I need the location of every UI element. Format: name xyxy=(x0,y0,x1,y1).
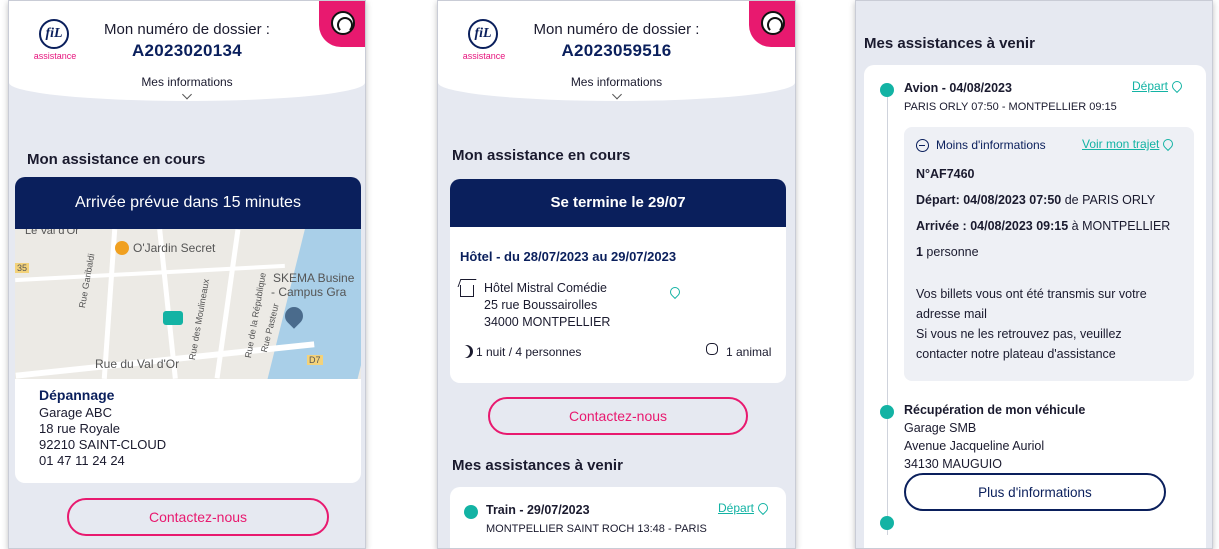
road xyxy=(15,263,285,283)
persons-line: 1 personne xyxy=(916,245,979,259)
train-title: Train - 29/07/2023 xyxy=(486,503,590,517)
end-date-banner: Se termine le 29/07 xyxy=(450,179,786,227)
vehicle-title: Récupération de mon véhicule xyxy=(904,403,1086,417)
hotel-city: 34000 MONTPELLIER xyxy=(484,315,611,329)
timeline-line xyxy=(887,85,888,535)
map-label: Rue Garibaldi xyxy=(77,252,97,309)
arrival-place: à MONTPELLIER xyxy=(1068,219,1171,233)
hotel-street: 25 rue Boussairolles xyxy=(484,298,598,312)
tickets-note-line: contacter notre plateau d'assistance xyxy=(916,347,1116,361)
nights-persons: 1 nuit / 4 personnes xyxy=(476,345,582,359)
location-pin-icon[interactable] xyxy=(1169,78,1185,94)
upcoming-list-card: Avion - 04/08/2023 Départ PARIS ORLY 07:… xyxy=(864,65,1206,548)
depart-link-label[interactable]: Départ xyxy=(1132,79,1168,93)
tracking-map[interactable]: Le Val d'Or 35 O'Jardin Secret SKEMA Bus… xyxy=(15,229,361,379)
view-route-link[interactable]: Voir mon trajet xyxy=(1082,136,1176,152)
upcoming-train-card: Train - 29/07/2023 Départ MONTPELLIER SA… xyxy=(450,487,786,548)
map-label: Rue des Moulineaux xyxy=(187,278,212,361)
view-route-label[interactable]: Voir mon trajet xyxy=(1082,137,1159,151)
chevron-down-icon[interactable] xyxy=(611,89,622,100)
location-pin-icon[interactable] xyxy=(755,500,771,516)
departure-datetime: Départ: 04/08/2023 07:50 xyxy=(916,193,1062,207)
upcoming-title: Mes assistances à venir xyxy=(864,35,1035,52)
upcoming-title: Mes assistances à venir xyxy=(452,457,623,474)
timeline-dot xyxy=(880,83,894,97)
train-route: MONTPELLIER SAINT ROCH 13:48 - PARIS xyxy=(486,523,707,535)
address-line: Garage ABC xyxy=(39,405,112,420)
map-label: Rue du Val d'Or xyxy=(95,357,180,371)
app-header: fiL assistance Mon numéro de dossier : A… xyxy=(438,1,795,101)
hotel-name: Hôtel Mistral Comédie xyxy=(484,281,607,295)
flight-details-box: Moins d'informations Voir mon trajet N°A… xyxy=(904,127,1194,381)
current-assistance-card: Se termine le 29/07 Hôtel - du 28/07/202… xyxy=(450,179,786,383)
map-label: Le Val d'Or xyxy=(25,229,79,237)
vehicle-address-line: Avenue Jacqueline Auriol xyxy=(904,439,1045,453)
plane-route: PARIS ORLY 07:50 - MONTPELLIER 09:15 xyxy=(904,101,1117,113)
phone-number[interactable]: 01 47 11 24 24 xyxy=(39,453,125,469)
more-info-button[interactable]: Plus d'informations xyxy=(904,473,1166,511)
dossier-number: A2023059516 xyxy=(561,41,672,60)
hotel-title: Hôtel - du 28/07/2023 au 29/07/2023 xyxy=(460,249,677,264)
address-line: 92210 SAINT-CLOUD xyxy=(39,437,167,452)
moon-icon xyxy=(460,345,473,358)
dossier-label: Mon numéro de dossier : xyxy=(104,21,270,38)
map-label: SKEMA Busine xyxy=(273,271,355,285)
timeline-dot xyxy=(464,505,478,519)
timeline-dot xyxy=(880,405,894,419)
headset-icon xyxy=(331,11,355,35)
departure-line: Départ: 04/08/2023 07:50 de PARIS ORLY xyxy=(916,193,1155,207)
plane-title: Avion - 04/08/2023 xyxy=(904,81,1012,95)
tickets-note-line: Vos billets vous ont été transmis sur vo… xyxy=(916,287,1147,301)
depart-link[interactable]: Départ xyxy=(1132,78,1185,94)
persons-count: 1 xyxy=(916,245,923,259)
service-type: Dépannage xyxy=(39,387,115,403)
mes-informations-toggle[interactable]: Mes informations xyxy=(438,75,795,89)
location-pin-icon[interactable] xyxy=(667,284,683,300)
map-label: D7 xyxy=(307,355,323,365)
screen-current-assistance-hotel: fiL assistance Mon numéro de dossier : A… xyxy=(437,0,796,549)
timeline-dot xyxy=(880,516,894,530)
current-assistance-card: Arrivée prévue dans 15 minutes Le Val d'… xyxy=(15,177,361,483)
section-title: Mon assistance en cours xyxy=(27,151,206,168)
vehicle-address-line: 34130 MAUGUIO xyxy=(904,457,1002,471)
app-header: fiL assistance Mon numéro de dossier : A… xyxy=(9,1,365,101)
map-label: 35 xyxy=(15,263,30,273)
screen-upcoming-assistances: Mes assistances à venir Avion - 04/08/20… xyxy=(855,0,1213,549)
dossier-number: A2023020134 xyxy=(131,41,243,60)
screen-current-assistance-map: fiL assistance Mon numéro de dossier : A… xyxy=(8,0,366,549)
vehicle-address-line: Garage SMB xyxy=(904,421,977,435)
support-headset-button[interactable] xyxy=(319,1,365,47)
support-headset-button[interactable] xyxy=(749,1,795,47)
arrival-line: Arrivée : 04/08/2023 09:15 à MONTPELLIER xyxy=(916,219,1170,233)
arrival-datetime: Arrivée : 04/08/2023 09:15 xyxy=(916,219,1069,233)
tickets-note-line: adresse mail xyxy=(916,307,987,321)
minus-circle-icon[interactable] xyxy=(916,139,929,152)
section-title: Mon assistance en cours xyxy=(452,147,631,164)
less-info-toggle[interactable]: Moins d'informations xyxy=(936,138,1046,152)
contact-us-button[interactable]: Contactez-nous xyxy=(488,397,748,435)
tickets-note-line: Si vous ne les retrouvez pas, veuillez xyxy=(916,327,1122,341)
persons-label: personne xyxy=(922,245,979,259)
map-label: - Campus Gra xyxy=(271,285,347,299)
chevron-down-icon[interactable] xyxy=(182,89,192,100)
location-pin-icon[interactable] xyxy=(1161,136,1176,152)
restaurant-pin-icon xyxy=(115,241,129,255)
address-line: 18 rue Royale xyxy=(39,421,120,436)
depart-link-label[interactable]: Départ xyxy=(718,501,754,515)
tow-truck-icon xyxy=(163,311,183,325)
departure-place: de PARIS ORLY xyxy=(1061,193,1156,207)
eta-banner: Arrivée prévue dans 15 minutes xyxy=(15,177,361,229)
contact-us-button[interactable]: Contactez-nous xyxy=(67,498,329,536)
house-roof xyxy=(457,279,477,287)
animal-icon xyxy=(706,343,718,355)
mes-informations-toggle[interactable]: Mes informations xyxy=(9,75,365,89)
flight-number: N°AF7460 xyxy=(916,167,975,181)
animals-count: 1 animal xyxy=(726,345,772,359)
dossier-label: Mon numéro de dossier : xyxy=(533,21,700,38)
headset-icon xyxy=(761,11,785,35)
depart-link[interactable]: Départ xyxy=(718,500,771,516)
map-label: O'Jardin Secret xyxy=(133,241,216,255)
